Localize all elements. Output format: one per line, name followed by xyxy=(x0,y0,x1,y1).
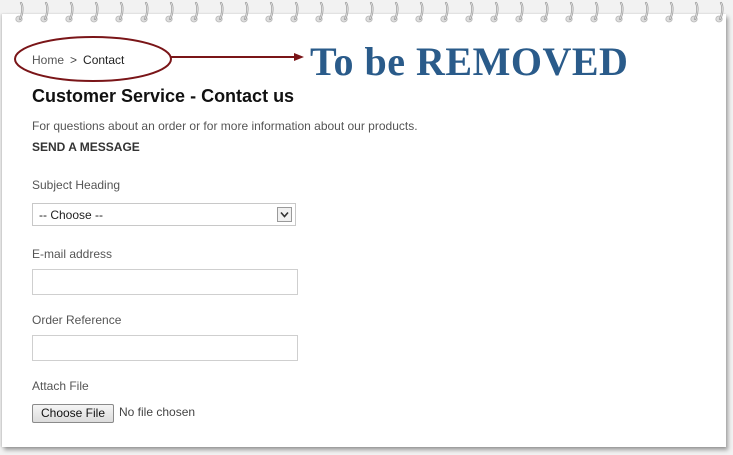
spiral-ring xyxy=(512,0,526,26)
breadcrumb-home-link[interactable]: Home xyxy=(32,53,64,67)
subject-heading-value: -- Choose -- xyxy=(39,208,104,222)
attach-file-label: Attach File xyxy=(32,379,89,393)
page-title: Customer Service - Contact us xyxy=(32,86,295,106)
spiral-ring xyxy=(712,0,726,26)
spiral-ring xyxy=(412,0,426,26)
spiral-ring xyxy=(437,0,451,26)
section-heading: SEND A MESSAGE xyxy=(32,140,140,154)
order-reference-label: Order Reference xyxy=(32,313,122,327)
spiral-ring xyxy=(112,0,126,26)
email-field[interactable] xyxy=(32,269,298,295)
subject-heading-label: Subject Heading xyxy=(32,178,121,192)
spiral-binding xyxy=(0,0,733,26)
spiral-ring xyxy=(462,0,476,26)
spiral-ring xyxy=(487,0,501,26)
spiral-ring xyxy=(287,0,301,26)
spiral-ring xyxy=(637,0,651,26)
order-reference-field[interactable] xyxy=(32,335,298,361)
spiral-ring xyxy=(37,0,51,26)
spiral-ring xyxy=(12,0,26,26)
spiral-ring xyxy=(362,0,376,26)
spiral-ring xyxy=(237,0,251,26)
spiral-ring xyxy=(387,0,401,26)
spiral-ring xyxy=(187,0,201,26)
subject-heading-select[interactable]: -- Choose -- xyxy=(32,203,296,226)
spiral-ring xyxy=(612,0,626,26)
choose-file-button[interactable]: Choose File xyxy=(32,404,114,423)
spiral-ring xyxy=(262,0,276,26)
spiral-ring xyxy=(312,0,326,26)
spiral-ring xyxy=(337,0,351,26)
spiral-ring xyxy=(212,0,226,26)
spiral-ring xyxy=(137,0,151,26)
spiral-ring xyxy=(687,0,701,26)
breadcrumb: Home > Contact xyxy=(32,53,124,67)
file-status-text: No file chosen xyxy=(119,405,196,419)
spiral-ring xyxy=(62,0,76,26)
spiral-ring xyxy=(162,0,176,26)
spiral-ring xyxy=(662,0,676,26)
spiral-ring xyxy=(587,0,601,26)
email-label: E-mail address xyxy=(32,247,113,261)
breadcrumb-current: Contact xyxy=(83,53,125,67)
intro-text: For questions about an order or for more… xyxy=(32,119,418,133)
spiral-ring xyxy=(537,0,551,26)
breadcrumb-separator: > xyxy=(70,53,78,67)
spiral-ring xyxy=(562,0,576,26)
chevron-down-icon[interactable] xyxy=(277,207,292,222)
spiral-ring xyxy=(87,0,101,26)
annotation-text: To be REMOVED xyxy=(310,39,629,84)
